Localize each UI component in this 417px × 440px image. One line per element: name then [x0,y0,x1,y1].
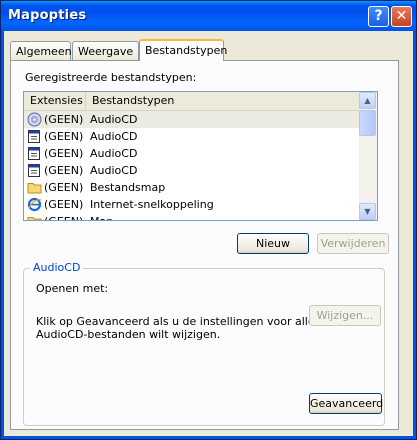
new-button[interactable]: Nieuw [237,233,309,254]
list-item[interactable]: (GEEN) AudioCD [24,162,359,179]
tab-file-types[interactable]: Bestandstypen [139,39,227,61]
file-types-list[interactable]: Extensies Bestandstypen (GEEN) AudioCD (… [23,91,378,221]
row-type: AudioCD [90,147,138,160]
question-mark-icon: ? [374,8,383,24]
row-type: AudioCD [90,164,138,177]
list-item[interactable]: (GEEN) AudioCD [24,145,359,162]
details-group-title: AudioCD [30,261,84,274]
app-window-icon [27,146,42,161]
row-extension: (GEEN) [44,147,84,160]
tab-general[interactable]: Algemeen [10,41,72,60]
scroll-down-button[interactable]: ▼ [359,203,376,220]
row-type: Internet-snelkoppeling [90,198,214,211]
change-button[interactable]: Wijzigen... [309,305,381,326]
list-item[interactable]: (GEEN) Internet-snelkoppeling [24,196,359,213]
folder-options-window: Mapopties ? ✕ Algemeen Weergave Bestands… [0,0,417,440]
close-button[interactable]: ✕ [391,6,412,27]
row-type: Map [90,213,113,220]
app-window-icon [27,129,42,144]
list-item[interactable]: (GEEN) Bestandsmap [24,179,359,196]
registered-types-label: Geregistreerde bestandstypen: [25,71,197,84]
column-extensions[interactable]: Extensies [24,92,86,110]
window-title: Mapopties [8,8,87,23]
row-extension: (GEEN) [44,113,84,126]
list-item[interactable]: (GEEN) Map [24,213,359,220]
list-header: Extensies Bestandstypen [24,92,359,111]
row-type: AudioCD [90,113,138,126]
scroll-thumb[interactable] [359,110,376,136]
chevron-up-icon: ▲ [364,96,371,105]
close-icon: ✕ [395,8,408,24]
column-file-types[interactable]: Bestandstypen [86,92,359,110]
row-extension: (GEEN) [44,213,83,220]
title-bar[interactable]: Mapopties ? ✕ [1,1,416,31]
folder-icon [27,214,42,220]
row-extension: (GEEN) [44,164,84,177]
dialog-body: Algemeen Weergave Bestandstypen Geregist… [4,31,413,436]
advanced-button[interactable]: Geavanceerd [309,393,383,414]
delete-button[interactable]: Verwijderen [317,233,389,254]
row-type: AudioCD [90,130,138,143]
list-item[interactable]: (GEEN) AudioCD [24,111,359,128]
chevron-down-icon: ▼ [364,207,371,216]
app-window-icon [27,163,42,178]
folder-icon [27,180,42,195]
scroll-up-button[interactable]: ▲ [359,92,376,109]
info-text-line-2: AudioCD-bestanden wilt wijzigen. [36,328,221,341]
row-extension: (GEEN) [44,198,84,211]
row-extension: (GEEN) [44,130,84,143]
vertical-scrollbar[interactable]: ▲ ▼ [359,92,377,220]
tab-view[interactable]: Weergave [72,41,139,60]
help-button[interactable]: ? [368,6,389,27]
list-item[interactable]: (GEEN) AudioCD [24,128,359,145]
internet-explorer-icon [27,197,42,212]
open-with-label: Openen met: [36,282,109,295]
row-type: Bestandsmap [90,181,166,194]
audio-cd-icon [27,112,42,127]
row-extension: (GEEN) [44,181,84,194]
info-text-line-1: Klik op Geavanceerd als u de instellinge… [36,315,315,328]
